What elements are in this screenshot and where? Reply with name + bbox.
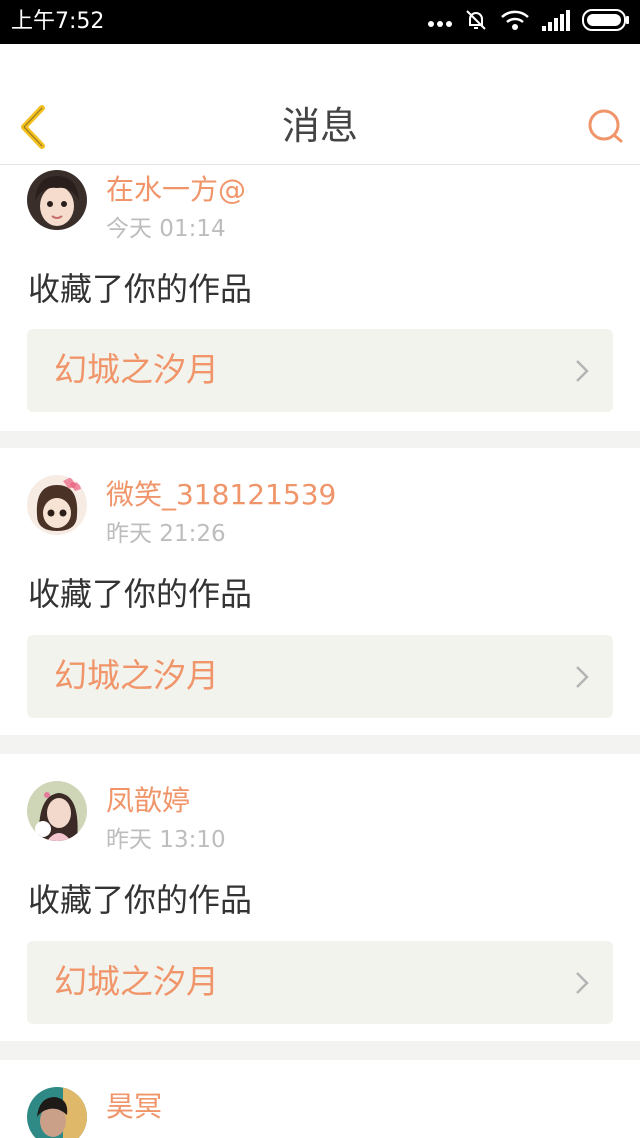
avatar[interactable] <box>27 170 87 230</box>
avatar[interactable] <box>27 475 87 535</box>
chevron-right-icon <box>576 666 589 688</box>
work-title: 幻城之汐月 <box>54 350 219 389</box>
chevron-right-icon <box>576 972 589 994</box>
user-name[interactable]: 在水一方@ <box>106 173 246 207</box>
user-name[interactable]: 凤歆婷 <box>106 784 190 818</box>
status-icons <box>416 8 630 36</box>
action-text: 收藏了你的作品 <box>28 881 253 919</box>
action-text: 收藏了你的作品 <box>28 270 253 308</box>
search-icon <box>588 109 623 143</box>
action-text: 收藏了你的作品 <box>28 575 253 613</box>
work-title: 幻城之汐月 <box>54 656 219 695</box>
work-title: 幻城之汐月 <box>54 962 219 1001</box>
message-card: 昊冥 <box>0 1060 640 1138</box>
battery-icon <box>582 9 630 35</box>
message-feed[interactable]: 在水一方@ 今天 01:14 收藏了你的作品 幻城之汐月 微笑_31812153… <box>0 165 640 1138</box>
message-card: 在水一方@ 今天 01:14 收藏了你的作品 幻城之汐月 <box>0 165 640 431</box>
message-time: 昨天 13:10 <box>106 827 226 853</box>
message-card: 凤歆婷 昨天 13:10 收藏了你的作品 幻城之汐月 <box>0 754 640 1041</box>
chevron-right-icon <box>576 360 589 382</box>
signal-icon <box>542 9 570 35</box>
status-time: 上午7:52 <box>11 9 105 34</box>
search-button[interactable] <box>586 106 626 146</box>
work-link[interactable]: 幻城之汐月 <box>27 941 613 1024</box>
page-title: 消息 <box>281 104 358 148</box>
message-time: 今天 01:14 <box>106 216 226 242</box>
work-link[interactable]: 幻城之汐月 <box>27 329 613 412</box>
avatar[interactable] <box>27 781 87 841</box>
bell-off-icon <box>464 8 488 36</box>
wifi-icon <box>500 9 530 35</box>
message-card: 微笑_318121539 昨天 21:26 收藏了你的作品 幻城之汐月 <box>0 448 640 735</box>
work-link[interactable]: 幻城之汐月 <box>27 635 613 718</box>
user-name[interactable]: 昊冥 <box>106 1090 162 1124</box>
more-dots-icon <box>428 13 452 32</box>
message-time: 昨天 21:26 <box>106 521 226 547</box>
avatar[interactable] <box>27 1087 87 1138</box>
status-bar: 上午7:52 <box>0 0 640 44</box>
user-name[interactable]: 微笑_318121539 <box>106 478 336 512</box>
app-header: 消息 <box>0 44 640 165</box>
